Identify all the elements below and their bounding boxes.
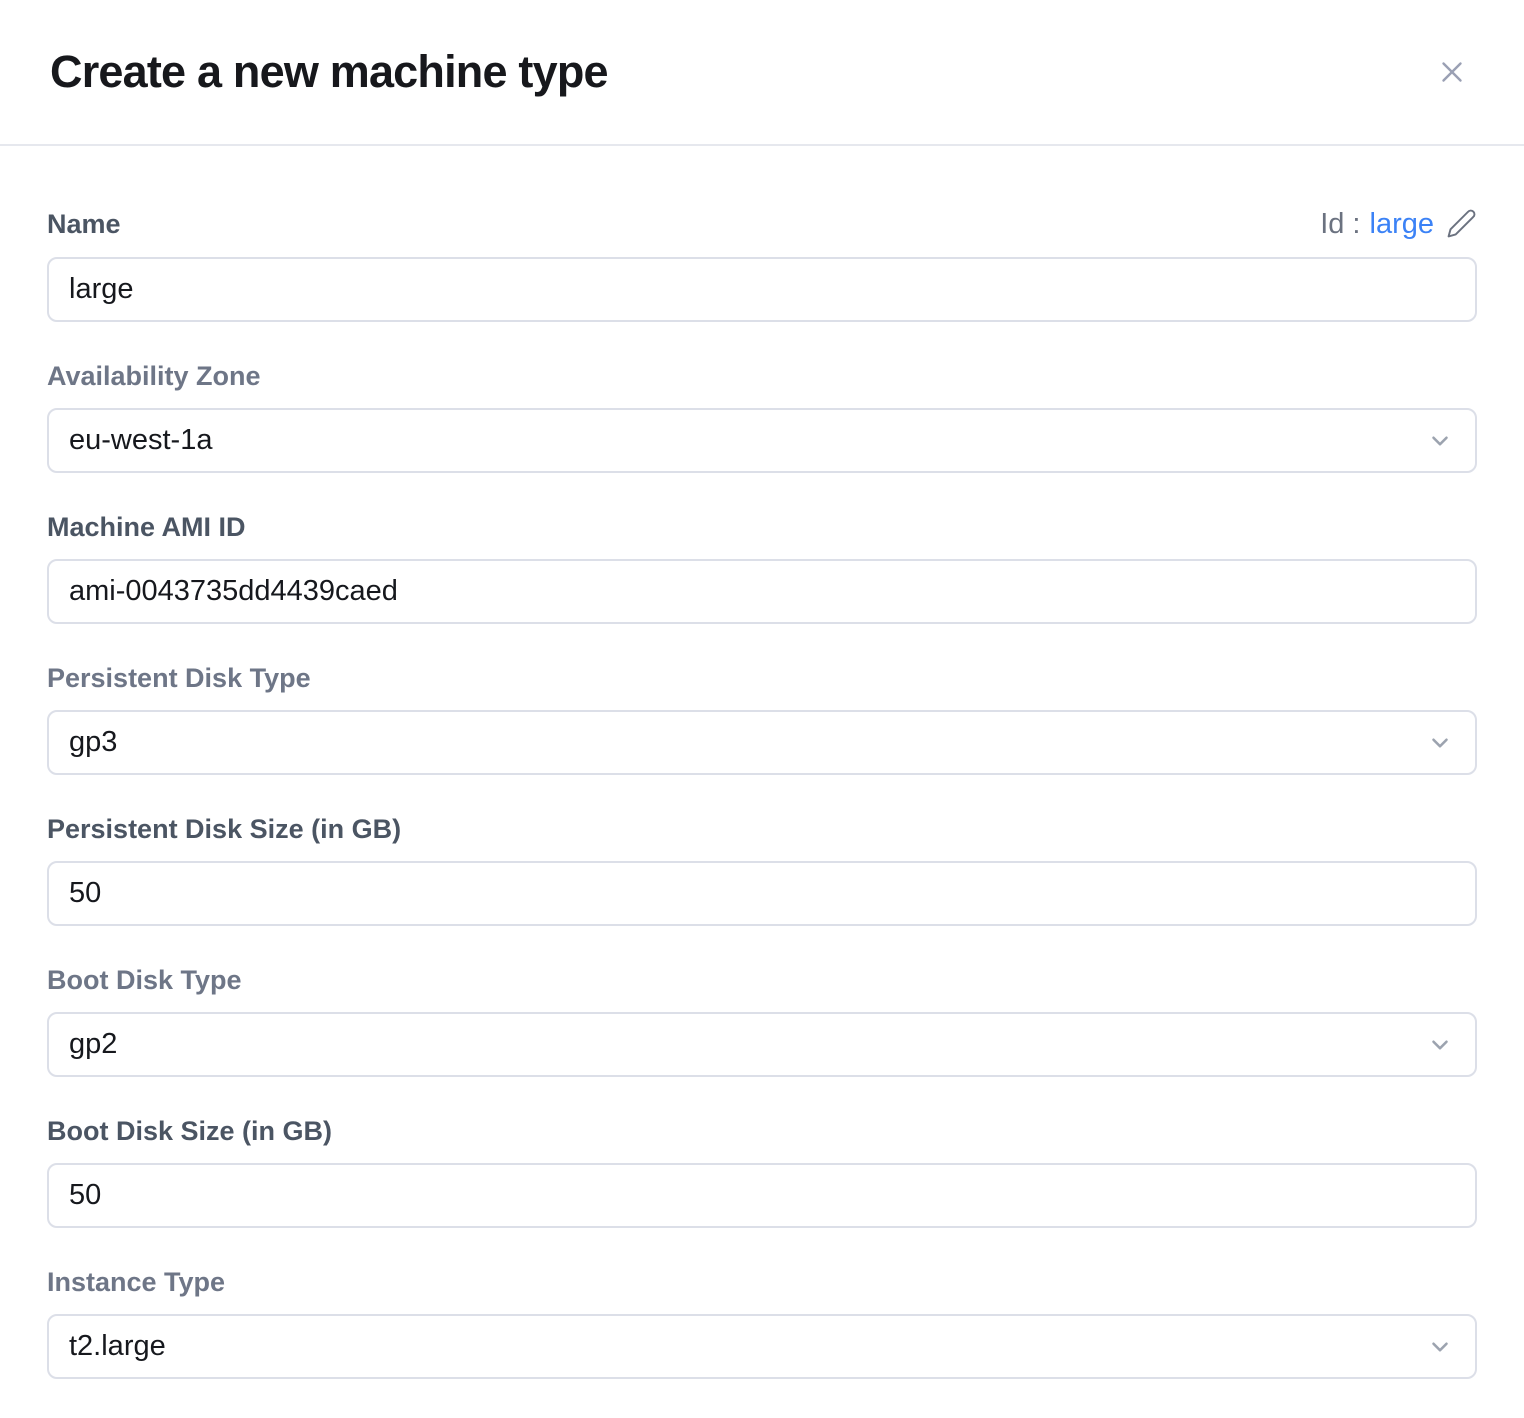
field-persistent-disk-size: Persistent Disk Size (in GB) [47,815,1477,926]
persistent-disk-size-input[interactable] [47,861,1477,926]
persistent-disk-size-label: Persistent Disk Size (in GB) [47,815,401,843]
edit-id-button[interactable] [1446,208,1477,239]
persistent-disk-type-value: gp3 [69,726,117,759]
field-availability-zone: Availability Zone eu-west-1a [47,362,1477,473]
field-persistent-disk-type: Persistent Disk Type gp3 [47,664,1477,775]
instance-type-label: Instance Type [47,1268,225,1296]
availability-zone-label: Availability Zone [47,362,261,390]
boot-disk-type-select[interactable]: gp2 [47,1012,1477,1077]
boot-disk-type-label: Boot Disk Type [47,966,242,994]
machine-id-badge: Id : large [1320,208,1477,239]
chevron-down-icon [1427,730,1453,756]
id-value: large [1370,209,1435,239]
instance-type-select[interactable]: t2.large [47,1314,1477,1379]
page-title: Create a new machine type [50,46,608,98]
availability-zone-select[interactable]: eu-west-1a [47,408,1477,473]
boot-disk-type-value: gp2 [69,1028,117,1061]
instance-type-value: t2.large [69,1330,166,1363]
field-boot-disk-size: Boot Disk Size (in GB) [47,1117,1477,1228]
modal-header: Create a new machine type [0,0,1524,146]
id-label: Id : [1320,209,1360,239]
boot-disk-size-input[interactable] [47,1163,1477,1228]
close-icon [1435,55,1469,89]
field-machine-ami-id: Machine AMI ID [47,513,1477,624]
machine-ami-id-label: Machine AMI ID [47,513,246,541]
chevron-down-icon [1427,428,1453,454]
availability-zone-value: eu-west-1a [69,424,212,457]
field-boot-disk-type: Boot Disk Type gp2 [47,966,1477,1077]
close-button[interactable] [1428,48,1476,96]
modal-body: Name Id : large Availability Zone [0,146,1524,1379]
persistent-disk-type-label: Persistent Disk Type [47,664,311,692]
name-input[interactable] [47,257,1477,322]
field-name: Name Id : large [47,208,1477,322]
edit-pencil-icon [1446,208,1477,239]
name-label: Name [47,210,121,238]
chevron-down-icon [1427,1334,1453,1360]
boot-disk-size-label: Boot Disk Size (in GB) [47,1117,332,1145]
machine-ami-id-input[interactable] [47,559,1477,624]
persistent-disk-type-select[interactable]: gp3 [47,710,1477,775]
create-machine-type-modal: Create a new machine type Name Id : larg… [0,0,1524,1418]
chevron-down-icon [1427,1032,1453,1058]
field-instance-type: Instance Type t2.large [47,1268,1477,1379]
